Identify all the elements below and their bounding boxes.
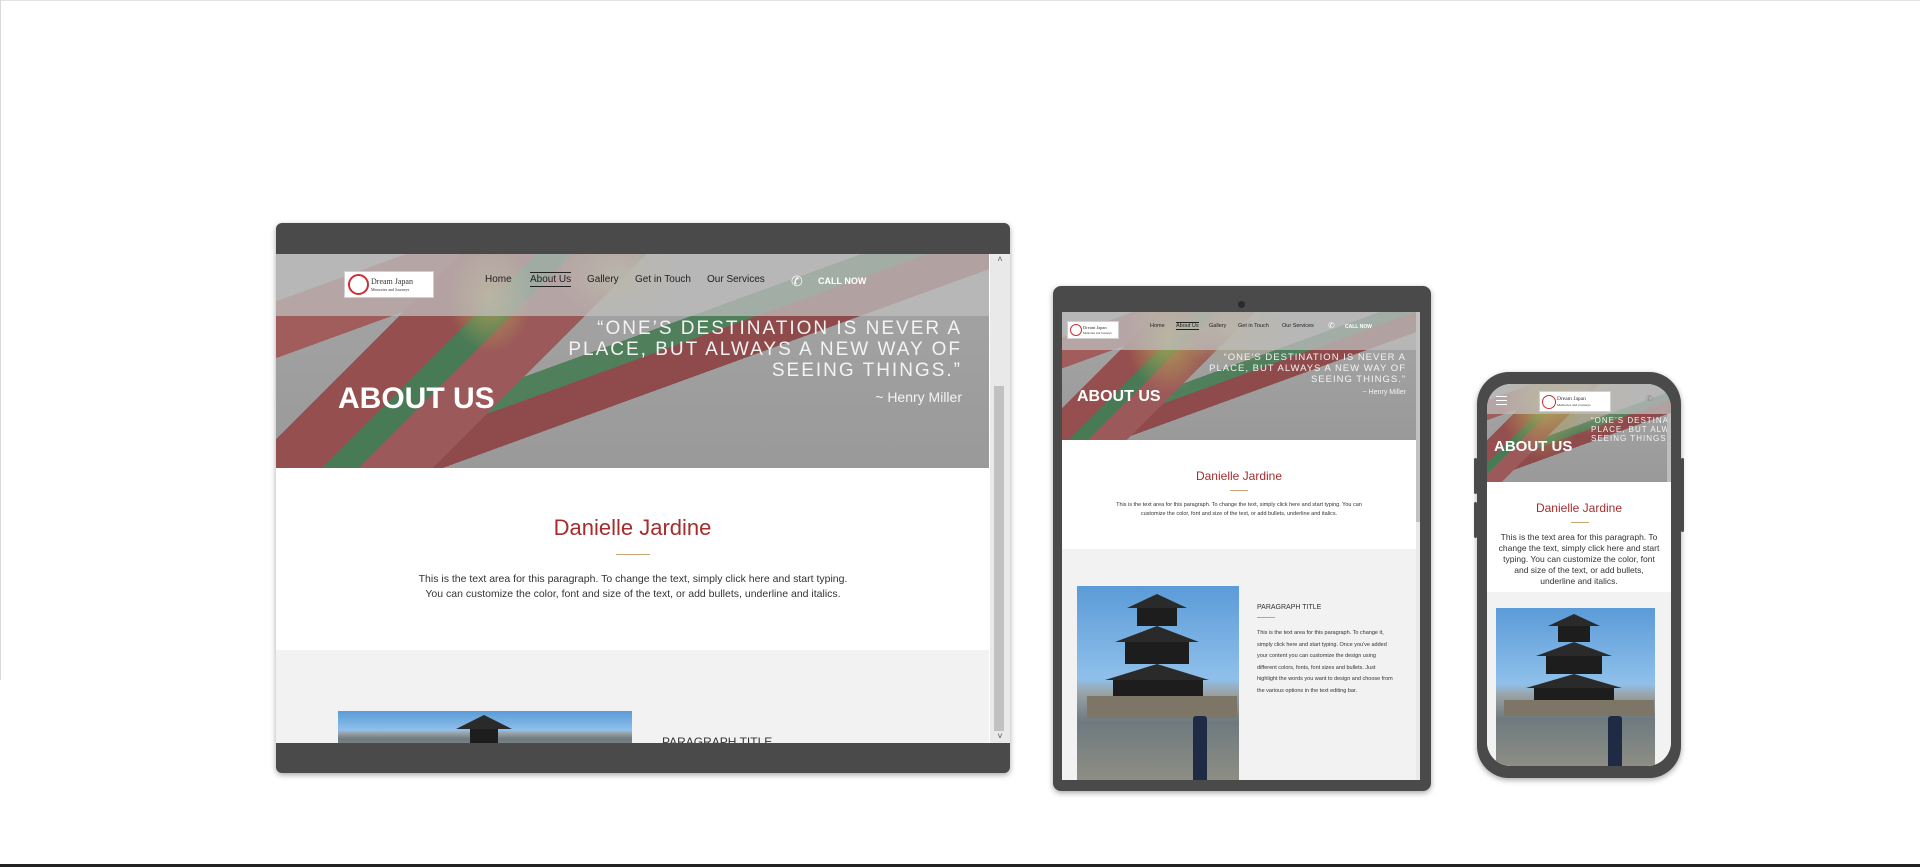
feature-divider	[1257, 617, 1275, 618]
profile-paragraph: This is the text area for this paragraph…	[1116, 502, 1362, 517]
page-scrollbar[interactable]	[1667, 414, 1671, 482]
logo-name: Dream Japan	[1083, 325, 1107, 330]
logo-tagline: Memories and Journeys	[371, 287, 410, 292]
logo-emblem-icon	[348, 274, 369, 295]
phone-volume-button	[1474, 458, 1477, 494]
page-scrollbar[interactable]: ˄ ˅	[990, 254, 1010, 743]
nav-gallery[interactable]: Gallery	[1209, 323, 1226, 329]
site-logo[interactable]: Dream Japan Memories and Journeys	[1539, 391, 1611, 412]
canvas-top-edge	[0, 0, 1920, 1]
phone-icon: ✆	[791, 273, 803, 289]
logo-tagline: Memories and Journeys	[1557, 403, 1591, 407]
hamburger-menu-icon[interactable]	[1496, 396, 1507, 405]
scroll-down-arrow[interactable]: ˅	[995, 732, 1005, 741]
site-logo[interactable]: Dream Japan Memories and Journeys	[344, 271, 434, 298]
nav-bar: Dream Japan Memories and Journeys ✆	[1487, 384, 1671, 414]
phone-icon: ✆	[1328, 321, 1335, 330]
page-scrollbar[interactable]	[1416, 312, 1420, 780]
nav-about-us[interactable]: About Us	[530, 272, 572, 287]
nav-get-in-touch[interactable]: Get in Touch	[635, 274, 691, 285]
page-title: ABOUT US	[1077, 388, 1161, 405]
phone-icon[interactable]: ✆	[1646, 394, 1653, 403]
feature-title: PARAGRAPH TITLE	[662, 735, 773, 743]
canvas-left-edge	[0, 0, 1, 680]
tablet-screen: Dream Japan Memories and Journeys Home A…	[1062, 312, 1420, 780]
title-divider	[1571, 522, 1589, 523]
nav-our-services[interactable]: Our Services	[707, 274, 765, 285]
page-title: ABOUT US	[1494, 438, 1573, 455]
hero-quote: “ONE’S DESTINATION IS NEVER A PLACE, BUT…	[1209, 352, 1406, 385]
site-logo[interactable]: Dream Japan Memories and Journeys	[1067, 321, 1119, 339]
nav-bar: Dream Japan Memories and Journeys Home A…	[1062, 312, 1416, 350]
profile-paragraph: This is the text area for this paragraph…	[418, 573, 848, 600]
phone-screen: Dream Japan Memories and Journeys ✆ “ONE…	[1487, 384, 1671, 766]
nav-our-services[interactable]: Our Services	[1282, 323, 1314, 329]
feature-paragraph: This is the text area for this paragraph…	[1257, 630, 1393, 694]
nav-bar: Dream Japan Memories and Journeys Home A…	[276, 254, 989, 316]
logo-emblem-icon	[1070, 324, 1082, 336]
phone-volume-button	[1474, 502, 1477, 538]
scroll-up-arrow[interactable]: ˄	[995, 255, 1005, 264]
call-now-button[interactable]: CALL NOW	[818, 276, 866, 286]
scroll-thumb[interactable]	[994, 386, 1004, 731]
phone-power-button	[1681, 458, 1684, 532]
hero-quote: “ONE’S DESTINATION IS NEVER A PLACE, BUT…	[568, 318, 962, 381]
feature-title: PARAGRAPH TITLE	[1257, 604, 1322, 611]
call-now-button[interactable]: CALL NOW	[1345, 324, 1372, 330]
logo-name: Dream Japan	[371, 277, 413, 286]
tablet-mockup: Dream Japan Memories and Journeys Home A…	[1053, 286, 1431, 791]
nav-home[interactable]: Home	[485, 274, 512, 285]
nav-about-us[interactable]: About Us	[1176, 322, 1199, 330]
logo-tagline: Memories and Journeys	[1083, 331, 1112, 335]
desktop-screen: Dream Japan Memories and Journeys Home A…	[276, 254, 1010, 743]
profile-name: Danielle Jardine	[553, 515, 712, 540]
nav-get-in-touch[interactable]: Get in Touch	[1238, 323, 1269, 329]
hero-quote: “ONE’S DESTINATION IS NEVER A PLACE, BUT…	[1591, 416, 1671, 443]
hero-quote-author: ~ Henry Miller	[875, 389, 962, 405]
tablet-camera	[1238, 301, 1245, 308]
profile-name: Danielle Jardine	[1195, 469, 1283, 483]
castle-photo	[1077, 586, 1239, 780]
desktop-mockup: Dream Japan Memories and Journeys Home A…	[276, 223, 1010, 773]
logo-name: Dream Japan	[1557, 396, 1586, 402]
profile-name: Danielle Jardine	[1535, 501, 1623, 515]
logo-emblem-icon	[1542, 395, 1556, 409]
title-divider	[1230, 490, 1248, 491]
phone-mockup: Dream Japan Memories and Journeys ✆ “ONE…	[1474, 372, 1684, 778]
nav-gallery[interactable]: Gallery	[587, 274, 619, 285]
castle-photo	[338, 711, 632, 743]
castle-photo	[1496, 608, 1655, 766]
scroll-thumb[interactable]	[1416, 312, 1420, 522]
nav-home[interactable]: Home	[1150, 323, 1165, 329]
profile-paragraph: This is the text area for this paragraph…	[1498, 532, 1660, 586]
page-title: ABOUT US	[338, 382, 495, 415]
hero-quote-author: ~ Henry Miller	[1362, 389, 1406, 396]
title-divider	[616, 554, 650, 555]
